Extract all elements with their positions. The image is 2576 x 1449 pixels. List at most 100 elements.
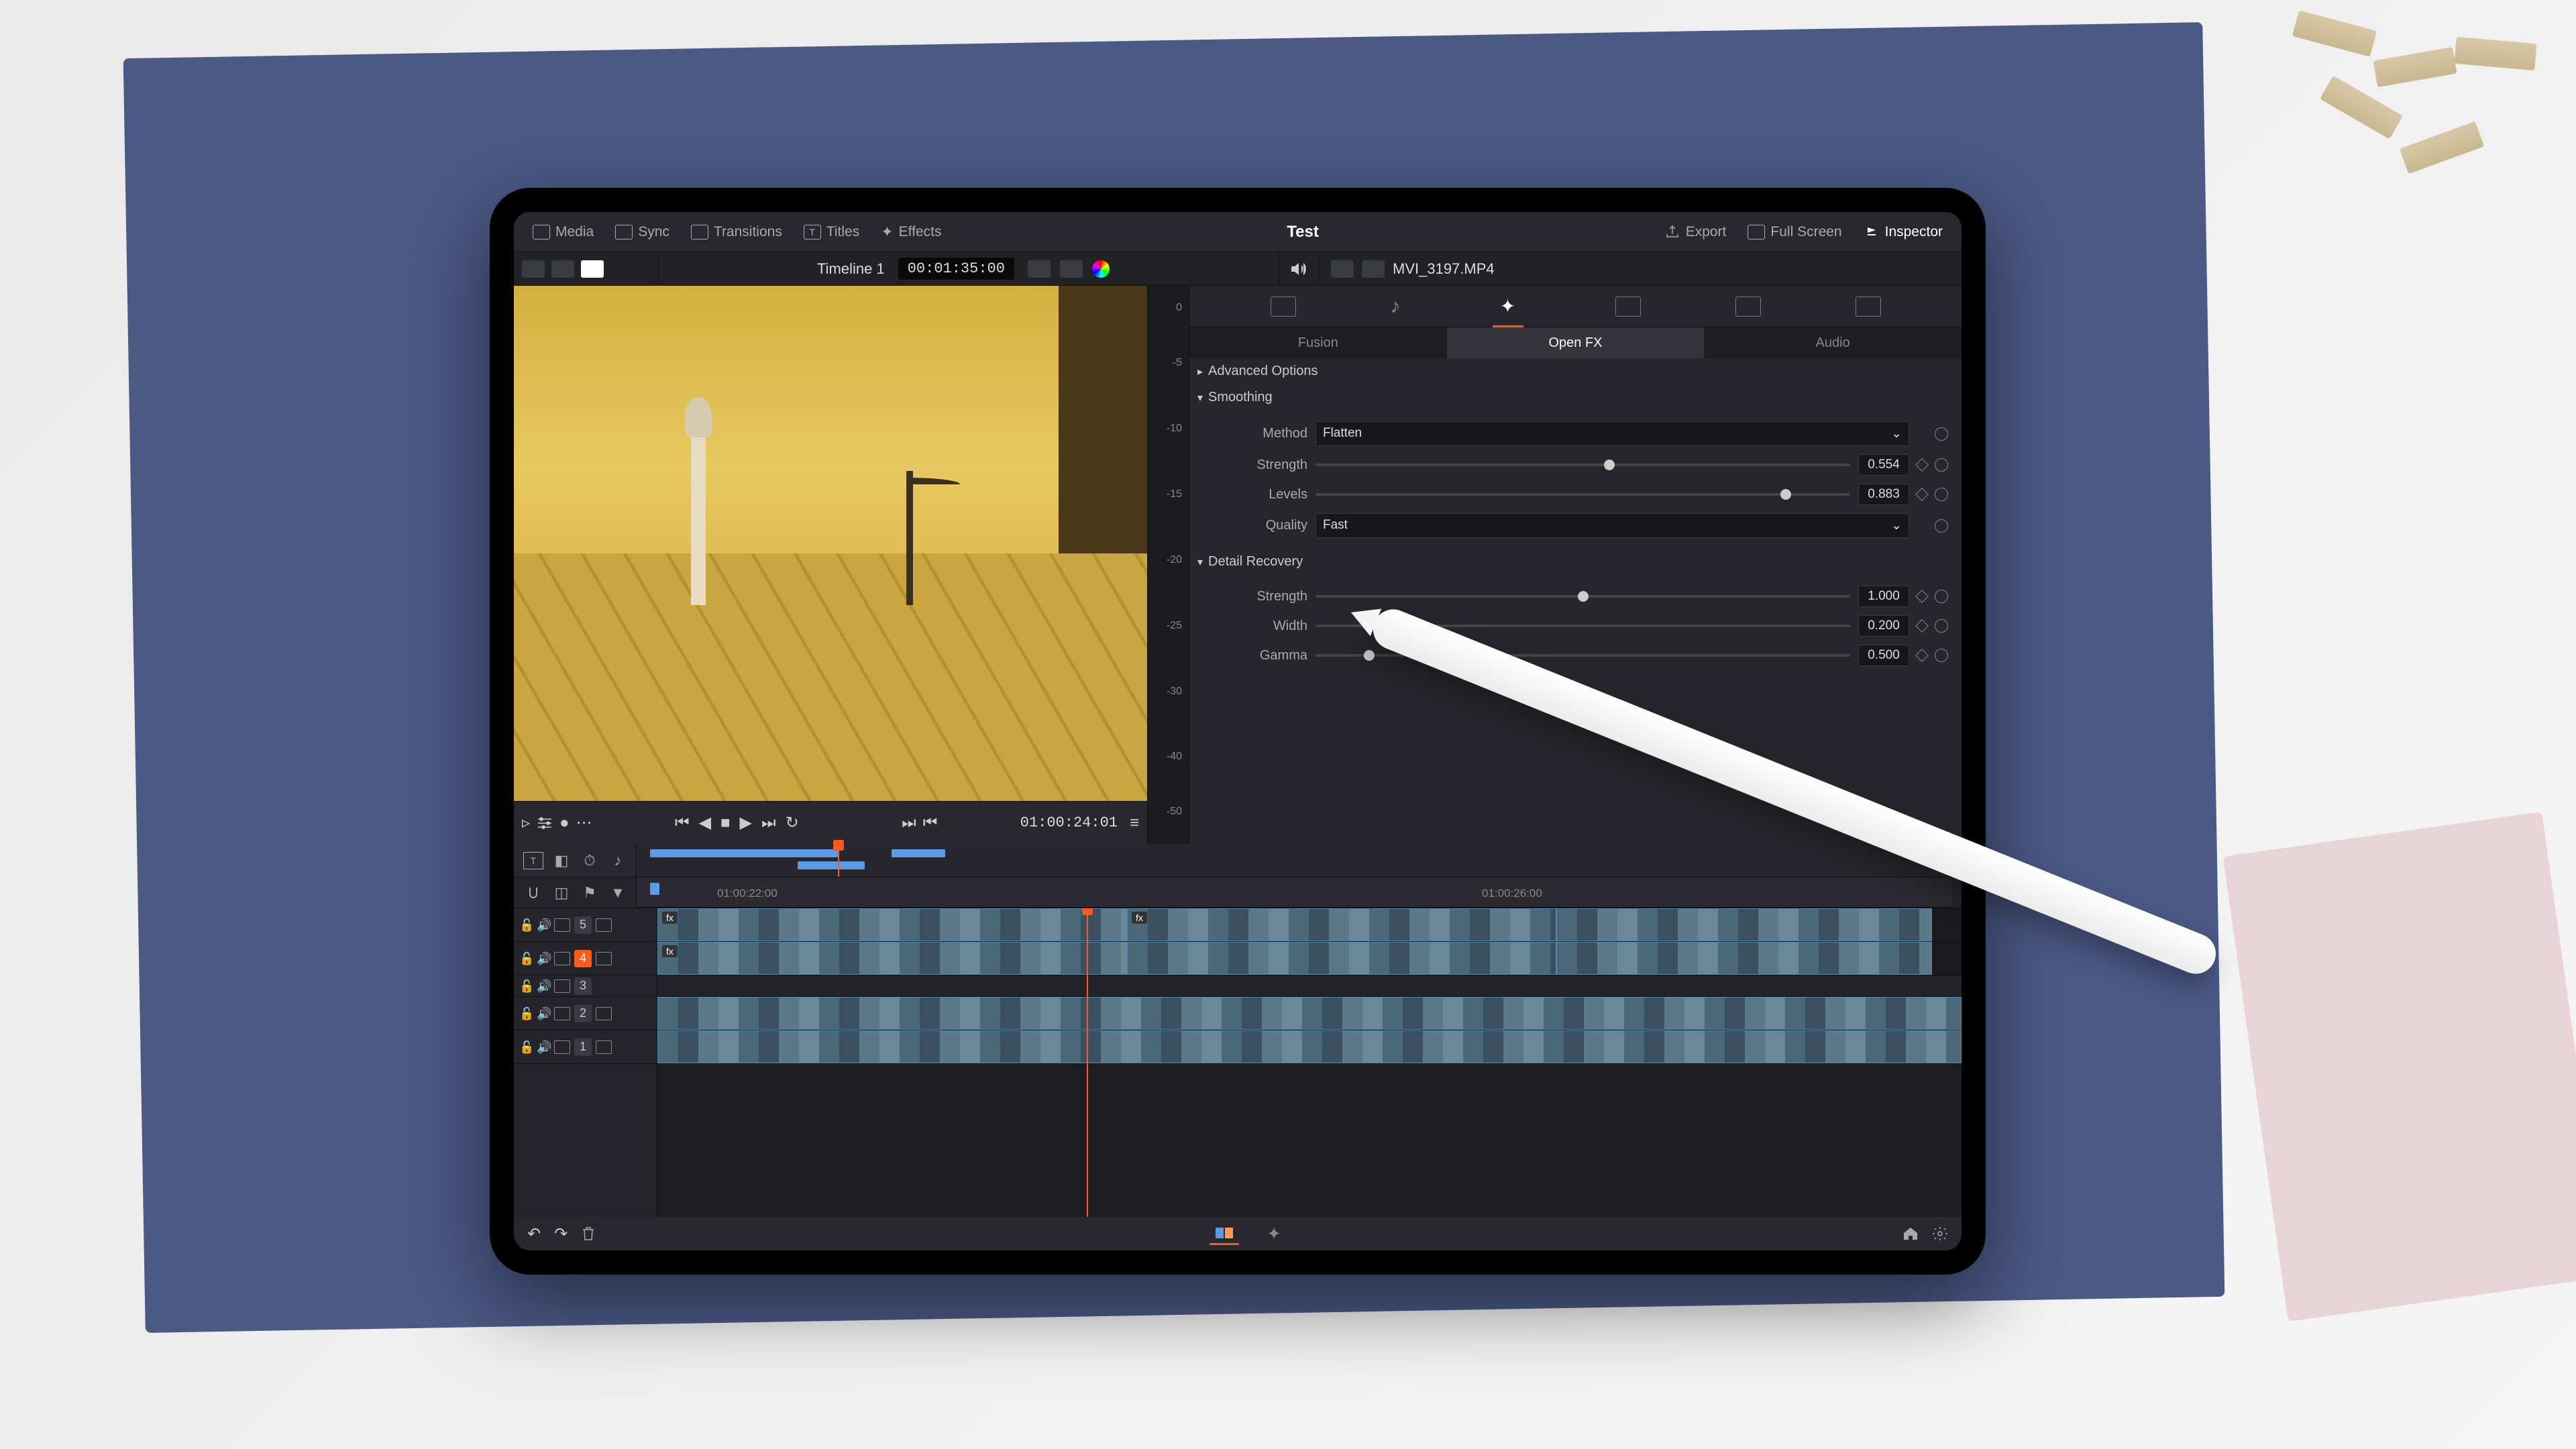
view-mode-3-icon[interactable] <box>581 260 604 278</box>
detail-strength-slider[interactable] <box>1316 595 1850 598</box>
gamma-value[interactable]: 0.500 <box>1858 645 1909 666</box>
detail-strength-value[interactable]: 1.000 <box>1858 586 1909 607</box>
mute-button[interactable] <box>1279 252 1320 285</box>
export-button[interactable]: Export <box>1656 220 1735 244</box>
record-icon[interactable]: ● <box>559 814 570 833</box>
trash-icon[interactable] <box>581 1226 596 1242</box>
skip-fwd-icon[interactable]: ⏭ <box>761 814 776 833</box>
stop-icon[interactable]: ■ <box>720 814 731 833</box>
speaker-icon[interactable]: 🔊 <box>537 979 550 993</box>
reset-icon[interactable] <box>1935 427 1948 441</box>
viewer-image[interactable] <box>514 286 1147 801</box>
clip[interactable] <box>657 997 1962 1030</box>
lock-icon[interactable]: 🔓 <box>519 952 533 965</box>
reset-icon[interactable] <box>1935 619 1948 633</box>
section-smoothing[interactable]: ▾ Smoothing <box>1197 384 1953 411</box>
keyframe-icon[interactable] <box>1915 458 1929 472</box>
image-mode-icon[interactable] <box>1331 260 1354 278</box>
timeline-timecode[interactable]: 00:01:35:00 <box>898 258 1014 280</box>
video-icon[interactable] <box>554 979 570 993</box>
loop-icon[interactable]: ↻ <box>786 813 799 833</box>
transitions-button[interactable]: Transitions <box>683 220 790 244</box>
track-num[interactable]: 4 <box>574 950 592 967</box>
speaker-icon[interactable]: 🔊 <box>537 918 550 932</box>
clip[interactable] <box>657 942 1127 975</box>
track-num[interactable]: 2 <box>574 1005 592 1022</box>
reset-icon[interactable] <box>1935 488 1948 501</box>
skip-back-icon[interactable]: ⏮ <box>675 814 690 833</box>
gamma-slider[interactable] <box>1316 654 1850 657</box>
subtab-audio[interactable]: Audio <box>1704 327 1962 358</box>
flag-icon[interactable]: ⚑ <box>580 884 600 902</box>
arrow-tool-icon[interactable]: ▹ <box>522 813 530 833</box>
clip[interactable] <box>1556 942 1932 975</box>
clip[interactable] <box>1127 942 1556 975</box>
levels-slider[interactable] <box>1316 493 1850 496</box>
tab-transition-icon[interactable] <box>1615 297 1641 317</box>
more-icon[interactable]: ⋯ <box>576 813 592 833</box>
tab-effects-icon[interactable]: ✦ <box>1495 297 1521 317</box>
track-header-3[interactable]: 🔓 🔊 3 <box>514 975 657 997</box>
view-mode-1-icon[interactable] <box>522 260 545 278</box>
video-icon[interactable] <box>554 1007 570 1020</box>
marker-icon[interactable] <box>650 883 659 895</box>
crop-tool-icon[interactable]: ◧ <box>551 852 572 869</box>
lock-icon[interactable]: 🔓 <box>519 1007 533 1020</box>
camera-icon[interactable] <box>1028 260 1051 278</box>
track-num[interactable]: 1 <box>574 1038 592 1056</box>
lock-icon[interactable]: 🔓 <box>519 918 533 932</box>
marker-add-icon[interactable]: ▼ <box>608 884 628 902</box>
view-mode-2-icon[interactable] <box>551 260 574 278</box>
in-point-icon[interactable]: ⏭ <box>902 814 916 833</box>
inspector-button[interactable]: Inspector <box>1856 220 1951 244</box>
tab-video-icon[interactable] <box>1271 297 1296 317</box>
marker-tool-icon[interactable]: ♪ <box>608 852 628 869</box>
timeline-name[interactable]: Timeline 1 <box>817 260 885 278</box>
titles-button[interactable]: T Titles <box>796 220 867 244</box>
lock-icon[interactable]: 🔓 <box>519 979 533 993</box>
section-detail[interactable]: ▾ Detail Recovery <box>1197 549 1953 575</box>
adjust-icon[interactable] <box>537 816 553 830</box>
track-header-1[interactable]: 🔓 🔊 1 <box>514 1030 657 1064</box>
clip[interactable] <box>657 908 1127 941</box>
video-icon[interactable] <box>554 1040 570 1054</box>
strength-value[interactable]: 0.554 <box>1858 454 1909 476</box>
clip[interactable] <box>1556 908 1932 941</box>
tab-image-icon[interactable] <box>1735 297 1761 317</box>
fullscreen-button[interactable]: Full Screen <box>1739 220 1849 244</box>
media-button[interactable]: Media <box>525 220 602 244</box>
keyframe-icon[interactable] <box>1915 590 1929 603</box>
track-num[interactable]: 3 <box>574 977 592 995</box>
track-num[interactable]: 5 <box>574 916 592 934</box>
reset-icon[interactable] <box>1935 519 1948 533</box>
link-icon[interactable]: ◫ <box>551 884 572 902</box>
lock-icon[interactable]: 🔓 <box>519 1040 533 1054</box>
keyframe-icon[interactable] <box>1915 619 1929 633</box>
reset-icon[interactable] <box>1935 649 1948 662</box>
page-cut-icon[interactable] <box>1210 1222 1239 1245</box>
page-edit-icon[interactable]: ✦ <box>1259 1222 1289 1245</box>
timeline-tracks[interactable] <box>657 908 1962 1217</box>
menu-icon[interactable]: ≡ <box>1130 814 1139 833</box>
clip[interactable] <box>657 1030 1962 1063</box>
speaker-icon[interactable]: 🔊 <box>537 1040 550 1054</box>
speed-tool-icon[interactable]: ⏱ <box>580 852 600 869</box>
undo-icon[interactable]: ↶ <box>527 1224 541 1244</box>
subtab-fusion[interactable]: Fusion <box>1189 327 1447 358</box>
settings-icon[interactable] <box>1932 1226 1948 1242</box>
keyframe-icon[interactable] <box>1915 649 1929 662</box>
quality-select[interactable]: Fast ⌄ <box>1316 513 1909 538</box>
clip[interactable] <box>1127 908 1556 941</box>
video-icon[interactable] <box>554 918 570 932</box>
subtab-openfx[interactable]: Open FX <box>1447 327 1705 358</box>
method-select[interactable]: Flatten ⌄ <box>1316 421 1909 446</box>
home-icon[interactable] <box>1902 1226 1919 1241</box>
levels-value[interactable]: 0.883 <box>1858 484 1909 505</box>
redo-icon[interactable]: ↷ <box>554 1224 568 1244</box>
track-header-5[interactable]: 🔓 🔊 5 <box>514 908 657 942</box>
speaker-icon[interactable]: 🔊 <box>537 1007 550 1020</box>
transport-timecode[interactable]: 01:00:24:01 <box>1020 814 1123 831</box>
out-point-icon[interactable]: ⏮ <box>923 814 938 833</box>
snap-icon[interactable] <box>523 884 543 902</box>
bypass-icon[interactable] <box>1060 260 1083 278</box>
